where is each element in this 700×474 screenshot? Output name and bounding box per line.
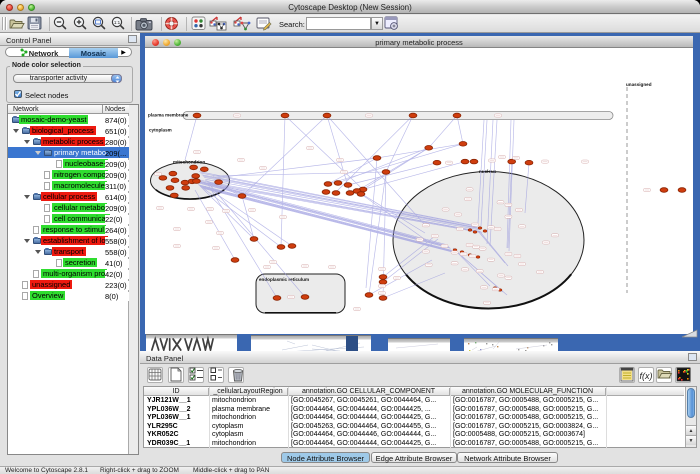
svg-text:plasma membrane: plasma membrane [148,113,189,118]
svg-text:f(x): f(x) [640,371,653,381]
svg-text:unassigned: unassigned [626,82,652,87]
svg-text:1:1: 1:1 [114,20,121,25]
svg-text:cytoplasm: cytoplasm [149,128,172,133]
svg-text:mitochondrion: mitochondrion [173,160,205,165]
